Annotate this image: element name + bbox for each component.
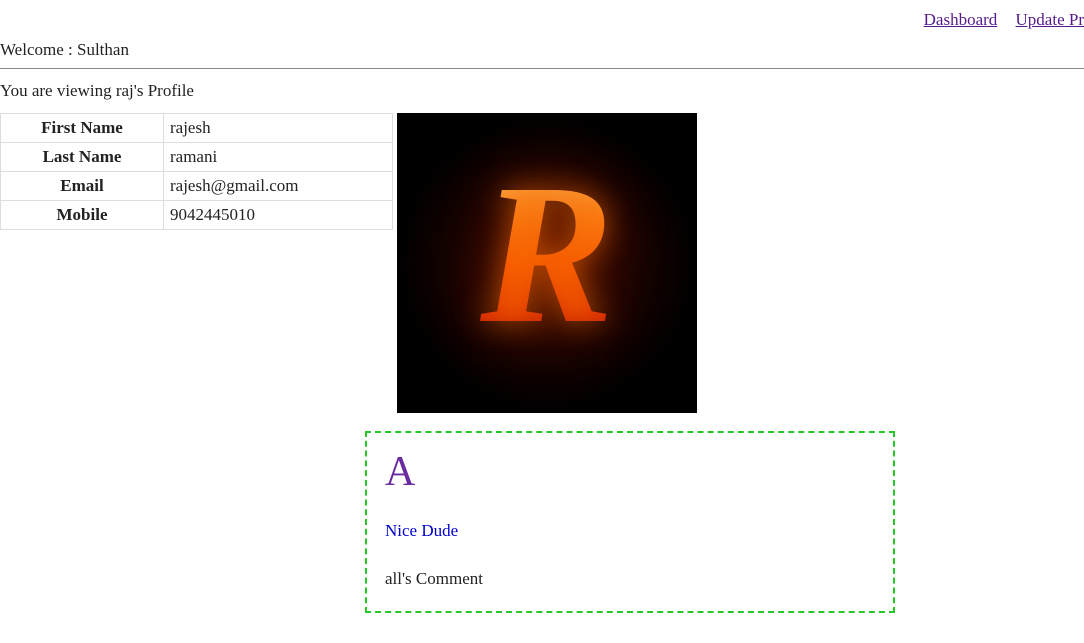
- value-email: rajesh@gmail.com: [164, 172, 393, 201]
- avatar-letter-icon: R: [480, 155, 613, 355]
- table-row: Email rajesh@gmail.com: [1, 172, 393, 201]
- table-row: Last Name ramani: [1, 143, 393, 172]
- welcome-prefix: Welcome :: [0, 40, 77, 59]
- comment-box: A Nice Dude all's Comment: [365, 431, 895, 613]
- table-row: Mobile 9042445010: [1, 201, 393, 230]
- table-row: First Name rajesh: [1, 114, 393, 143]
- comment-author-line: all's Comment: [385, 569, 875, 589]
- welcome-username: Sulthan: [77, 40, 129, 59]
- viewing-line: You are viewing raj's Profile: [0, 69, 1084, 113]
- value-mobile: 9042445010: [164, 201, 393, 230]
- profile-avatar: R: [397, 113, 697, 413]
- label-last-name: Last Name: [1, 143, 164, 172]
- avatar-container: R: [397, 113, 697, 413]
- comment-avatar-icon: A: [385, 451, 875, 493]
- value-last-name: ramani: [164, 143, 393, 172]
- label-email: Email: [1, 172, 164, 201]
- profile-table: First Name rajesh Last Name ramani Email…: [0, 113, 393, 230]
- welcome-line: Welcome : Sulthan: [0, 34, 1084, 68]
- update-profile-link[interactable]: Update Pr: [1016, 10, 1084, 29]
- label-mobile: Mobile: [1, 201, 164, 230]
- label-first-name: First Name: [1, 114, 164, 143]
- dashboard-link[interactable]: Dashboard: [924, 10, 998, 29]
- value-first-name: rajesh: [164, 114, 393, 143]
- comment-text: Nice Dude: [385, 521, 875, 541]
